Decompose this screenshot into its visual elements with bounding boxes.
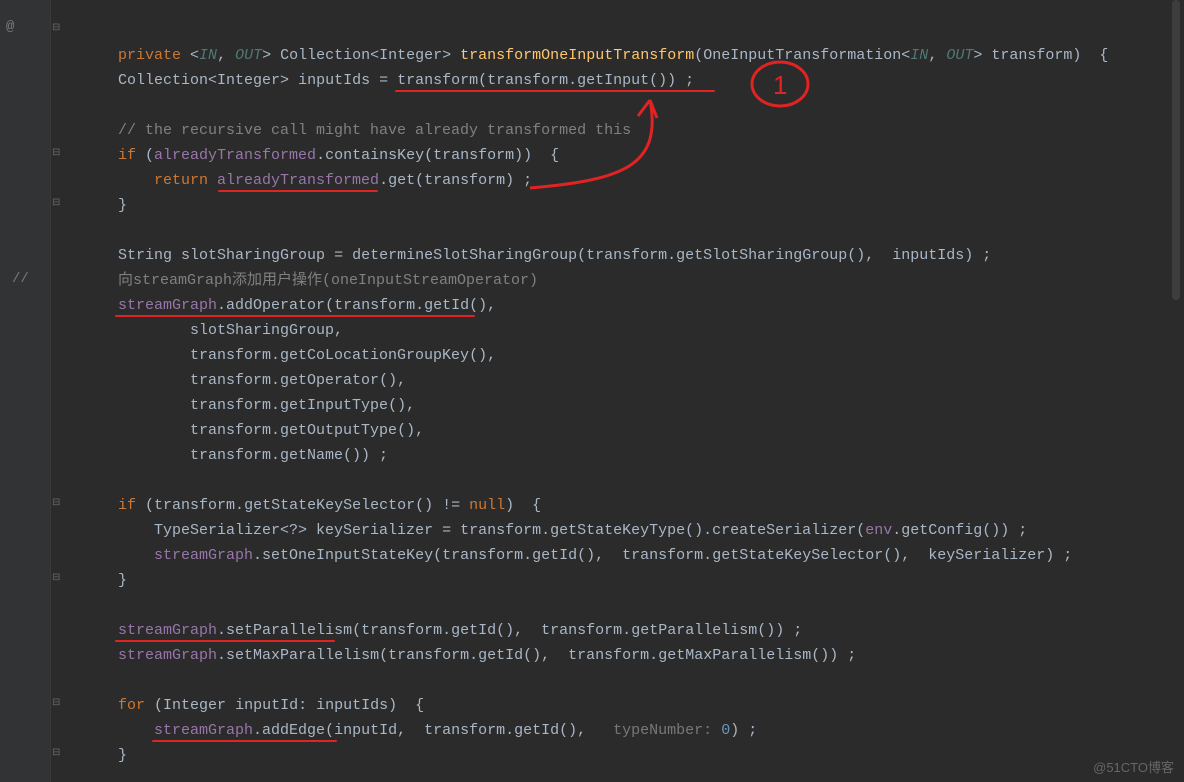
- line-comment-marker: //: [12, 271, 29, 287]
- code-line: transform.getInputType(),: [190, 393, 415, 418]
- override-icon: @: [6, 19, 14, 35]
- code-line: transform.getOutputType(),: [190, 418, 424, 443]
- code-line: if (transform.getStateKeySelector() != n…: [118, 493, 541, 518]
- code-line: transform.getCoLocationGroupKey(),: [190, 343, 496, 368]
- code-line: }: [118, 193, 127, 218]
- fold-icon[interactable]: ⊟: [52, 697, 62, 707]
- fold-icon[interactable]: ⊟: [52, 497, 62, 507]
- fold-icon[interactable]: ⊟: [52, 197, 62, 207]
- watermark: @51CTO博客: [1093, 757, 1174, 776]
- code-line: private <IN, OUT> Collection<Integer> tr…: [82, 18, 1108, 43]
- code-line: if (alreadyTransformed.containsKey(trans…: [118, 143, 559, 168]
- scrollbar-thumb[interactable]: [1172, 0, 1180, 300]
- code-line: String slotSharingGroup = determineSlotS…: [118, 243, 991, 268]
- code-line: transform.getOperator(),: [190, 368, 406, 393]
- code-line: slotSharingGroup,: [190, 318, 343, 343]
- annotation-underline: [115, 640, 335, 642]
- fold-icon[interactable]: ⊟: [52, 22, 62, 32]
- fold-icon[interactable]: ⊟: [52, 747, 62, 757]
- code-line: // the recursive call might have already…: [118, 118, 631, 143]
- fold-gutter: ⊟ ⊟ ⊟ ⊟ ⊟ ⊟ ⊟: [50, 0, 68, 782]
- code-line: }: [118, 568, 127, 593]
- code-line: }: [118, 743, 127, 768]
- code-line: transform.getName()) ;: [190, 443, 388, 468]
- annotation-underline: [218, 190, 378, 192]
- scrollbar-vertical[interactable]: [1172, 0, 1182, 782]
- code-editor[interactable]: private <IN, OUT> Collection<Integer> tr…: [70, 0, 1184, 782]
- annotation-underline: [152, 740, 337, 742]
- code-line: TypeSerializer<?> keySerializer = transf…: [154, 518, 1027, 543]
- line-number-gutter: @ //: [0, 0, 51, 782]
- annotation-underline: [395, 90, 715, 92]
- code-line: for (Integer inputId: inputIds) {: [118, 693, 424, 718]
- annotation-underline: [115, 315, 475, 317]
- fold-icon[interactable]: ⊟: [52, 572, 62, 582]
- fold-icon[interactable]: ⊟: [52, 147, 62, 157]
- code-line: streamGraph.setOneInputStateKey(transfor…: [154, 543, 1072, 568]
- code-line: 向streamGraph添加用户操作(oneInputStreamOperato…: [118, 268, 538, 293]
- code-line: streamGraph.setMaxParallelism(transform.…: [118, 643, 856, 668]
